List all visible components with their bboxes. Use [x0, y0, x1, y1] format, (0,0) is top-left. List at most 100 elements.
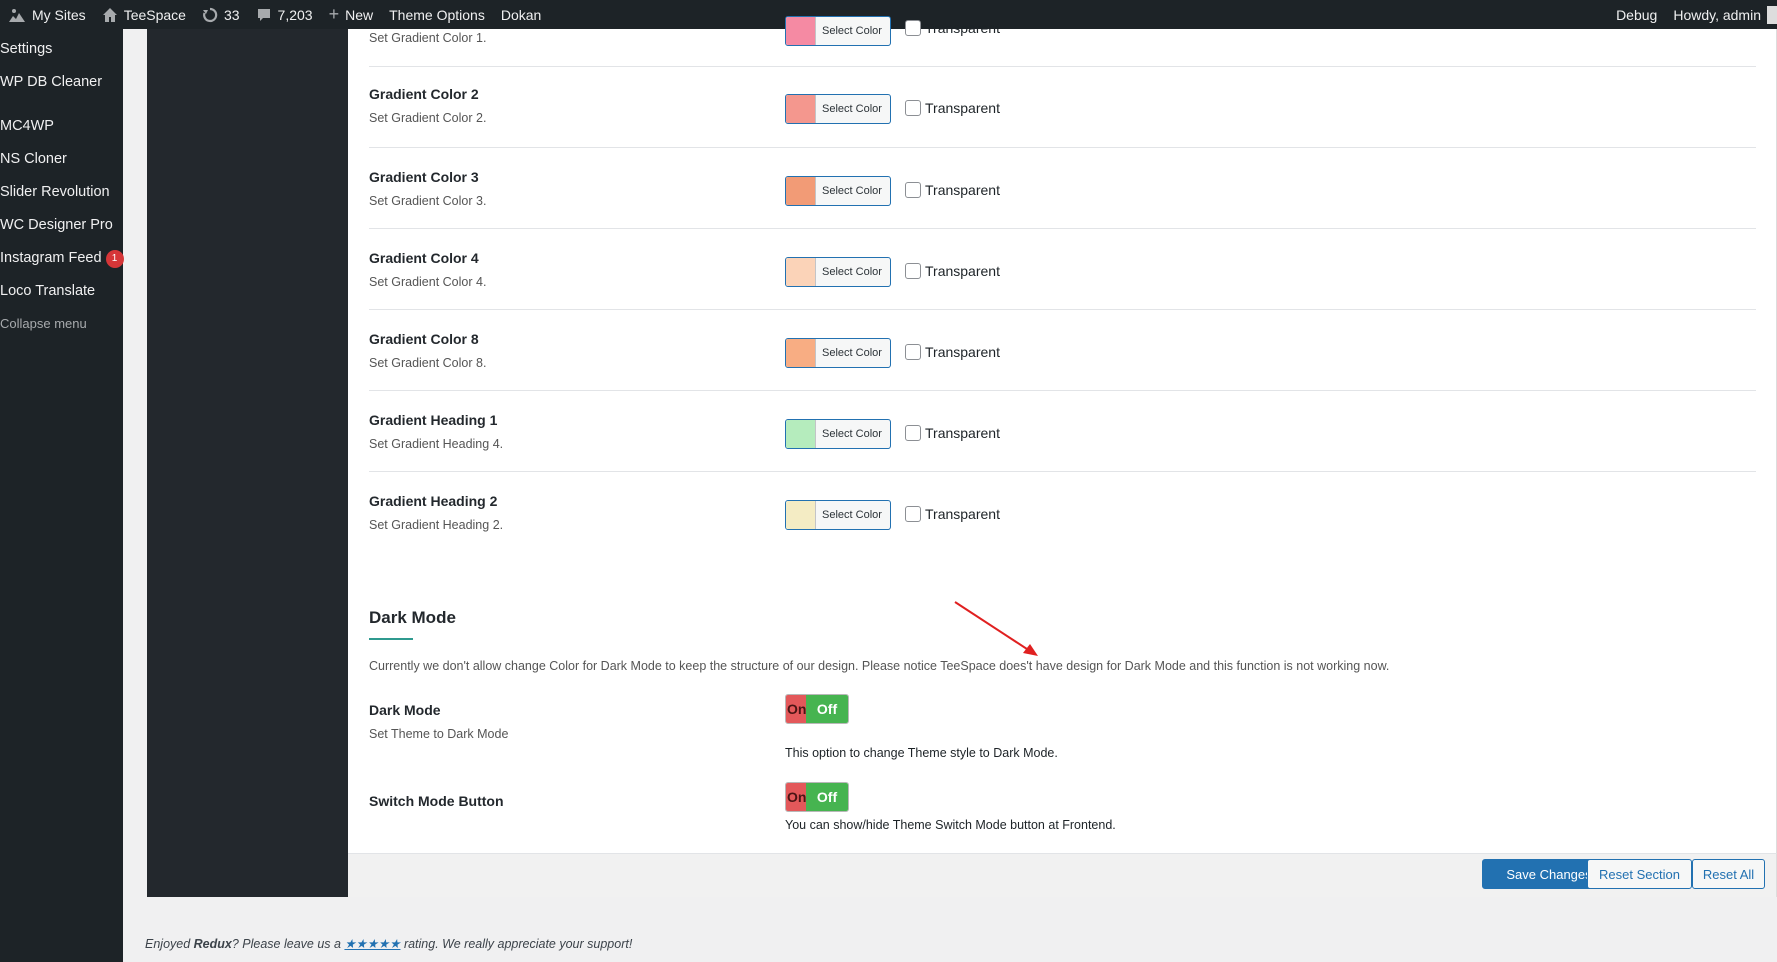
field-note: This option to change Theme style to Dar… [785, 746, 1058, 760]
sidebar-item-wc-designer-pro[interactable]: WC Designer Pro [0, 217, 113, 233]
sidebar-item-label: MC4WP [0, 118, 54, 134]
field-title: Gradient Color 4 [369, 250, 479, 266]
field-title: Gradient Color 8 [369, 331, 479, 347]
updates-menu[interactable]: 33 [194, 0, 248, 29]
account-menu[interactable]: Howdy, admin [1665, 0, 1777, 29]
color-picker-button[interactable]: Select Color [785, 94, 891, 124]
field-gradient-color-2: Gradient Color 2 Set Gradient Color 2. S… [369, 67, 1756, 148]
transparent-label: Transparent [925, 20, 1000, 36]
sidebar-item-instagram-feed[interactable]: Instagram Feed 1 [0, 250, 124, 268]
home-icon [102, 7, 118, 23]
transparent-label: Transparent [925, 425, 1000, 441]
sidebar-item-label: Settings [0, 41, 53, 57]
color-picker-label: Select Color [822, 185, 882, 197]
field-description: Set Gradient Heading 4. [369, 437, 504, 451]
field-gradient-color-4: Gradient Color 4 Set Gradient Color 4. S… [369, 229, 1756, 310]
site-menu[interactable]: TeeSpace [94, 0, 194, 29]
reset-all-button[interactable]: Reset All [1692, 859, 1765, 889]
sidebar-item-label: NS Cloner [0, 151, 67, 167]
color-picker-button[interactable]: Select Color [785, 16, 891, 46]
color-swatch [786, 177, 816, 205]
notification-badge: 1 [105, 250, 124, 268]
color-picker-button[interactable]: Select Color [785, 419, 891, 449]
color-picker-label: Select Color [822, 266, 882, 278]
color-picker-label: Select Color [822, 509, 882, 521]
sidebar-item-loco-translate[interactable]: Loco Translate [0, 283, 95, 299]
plus-icon: + [328, 4, 340, 24]
transparent-toggle[interactable]: Transparent [905, 425, 1000, 441]
transparent-toggle[interactable]: Transparent [905, 506, 1000, 522]
sidebar-item-mc4wp[interactable]: MC4WP [0, 118, 54, 134]
collapse-menu-button[interactable]: Collapse menu [0, 316, 87, 331]
field-title: Gradient Color 3 [369, 169, 479, 185]
switch-mode-button-switch[interactable]: On Off [785, 782, 849, 812]
sidebar-item-label: WC Designer Pro [0, 217, 113, 233]
transparent-label: Transparent [925, 344, 1000, 360]
color-swatch [786, 95, 816, 123]
transparent-checkbox[interactable] [905, 425, 921, 441]
field-title: Dark Mode [369, 702, 441, 718]
transparent-toggle[interactable]: Transparent [905, 263, 1000, 279]
debug-menu[interactable]: Debug [1608, 0, 1665, 29]
comments-icon [256, 7, 272, 23]
color-picker-label: Select Color [822, 25, 882, 37]
sidebar-item-label: Instagram Feed [0, 250, 102, 266]
comments-count: 7,203 [277, 6, 313, 23]
theme-options-menu[interactable]: Theme Options [381, 0, 493, 29]
updates-count: 33 [223, 6, 240, 23]
transparent-toggle[interactable]: Transparent [905, 100, 1000, 116]
switch-off-option[interactable]: Off [806, 695, 848, 723]
transparent-checkbox[interactable] [905, 263, 921, 279]
dark-mode-switch[interactable]: On Off [785, 694, 849, 724]
field-title: Gradient Heading 1 [369, 412, 498, 428]
switch-on-option[interactable]: On [786, 783, 806, 811]
transparent-toggle[interactable]: Transparent [905, 182, 1000, 198]
switch-on-option[interactable]: On [786, 695, 806, 723]
comments-menu[interactable]: 7,203 [248, 0, 321, 29]
transparent-checkbox[interactable] [905, 100, 921, 116]
field-gradient-heading-2: Gradient Heading 2 Set Gradient Heading … [369, 472, 1756, 553]
color-picker-button[interactable]: Select Color [785, 338, 891, 368]
reset-section-button[interactable]: Reset Section [1587, 859, 1692, 889]
color-picker-button[interactable]: Select Color [785, 257, 891, 287]
field-description: Set Gradient Color 3. [369, 194, 487, 208]
credit-middle: ? Please leave us a [231, 937, 345, 951]
color-picker-label: Select Color [822, 347, 882, 359]
dokan-label: Dokan [500, 6, 542, 23]
color-picker-button[interactable]: Select Color [785, 500, 891, 530]
rating-stars-link[interactable]: ★★★★★ [344, 937, 400, 951]
color-swatch [786, 501, 816, 529]
collapse-menu-label: Collapse menu [0, 316, 87, 331]
transparent-toggle[interactable]: Transparent [905, 344, 1000, 360]
transparent-checkbox[interactable] [905, 182, 921, 198]
sidebar-item-label: Slider Revolution [0, 184, 110, 200]
transparent-toggle[interactable]: Transparent [905, 20, 1000, 36]
transparent-checkbox[interactable] [905, 20, 921, 36]
dokan-menu[interactable]: Dokan [493, 0, 549, 29]
sidebar-item-label: WP DB Cleaner [0, 74, 103, 90]
my-sites-menu[interactable]: My Sites [0, 0, 94, 29]
transparent-checkbox[interactable] [905, 506, 921, 522]
color-picker-button[interactable]: Select Color [785, 176, 891, 206]
field-gradient-heading-1: Gradient Heading 1 Set Gradient Heading … [369, 391, 1756, 472]
credit-brand: Redux [193, 937, 232, 951]
field-description: Set Gradient Color 8. [369, 356, 487, 370]
field-description: Set Gradient Color 1. [369, 31, 487, 45]
sidebar-item-ns-cloner[interactable]: NS Cloner [0, 151, 67, 167]
color-swatch [786, 17, 816, 45]
field-title: Switch Mode Button [369, 793, 504, 809]
switch-off-option[interactable]: Off [806, 783, 848, 811]
my-sites-label: My Sites [32, 6, 86, 23]
sidebar-item-wp-db-cleaner[interactable]: WP DB Cleaner [0, 74, 102, 90]
field-title: Gradient Color 2 [369, 86, 479, 102]
sidebar-item-slider-revolution[interactable]: Slider Revolution [0, 184, 110, 200]
transparent-checkbox[interactable] [905, 344, 921, 360]
admin-sidebar: Settings WP DB Cleaner MC4WP NS Cloner S… [0, 29, 124, 962]
new-content-menu[interactable]: + New [321, 0, 382, 29]
credit-suffix: rating. We really appreciate your suppor… [400, 937, 633, 951]
new-label: New [345, 6, 374, 23]
sidebar-item-settings[interactable]: Settings [0, 41, 52, 57]
theme-options-label: Theme Options [389, 6, 485, 23]
field-description: Set Gradient Heading 2. [369, 518, 504, 532]
color-swatch [786, 258, 816, 286]
